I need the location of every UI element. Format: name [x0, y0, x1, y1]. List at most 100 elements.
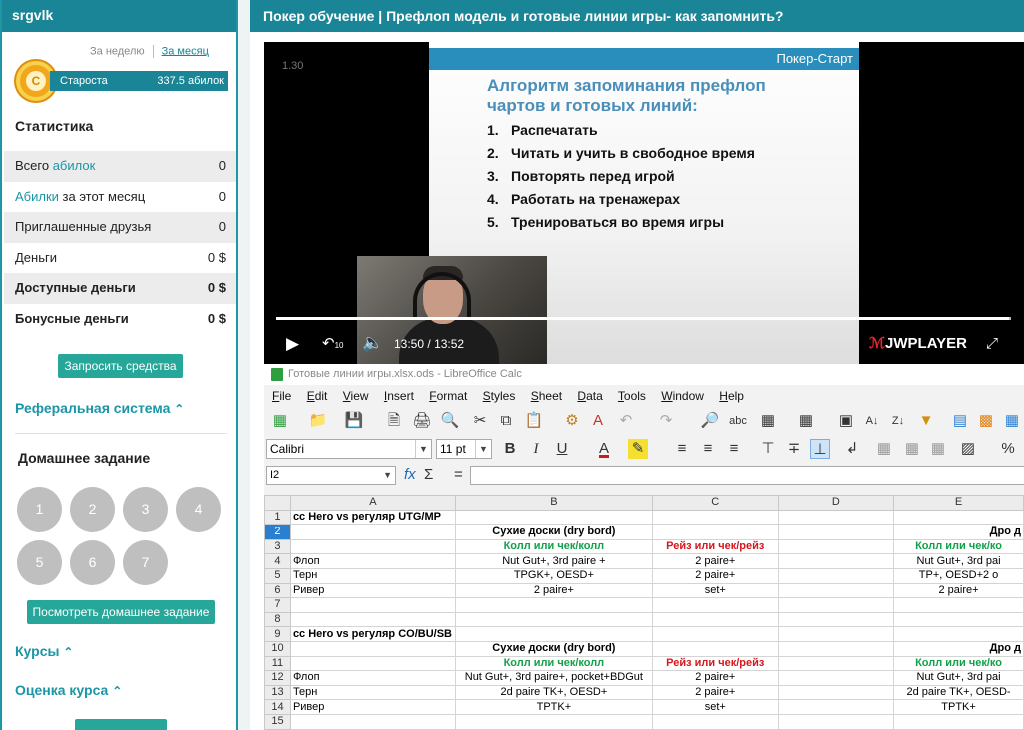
print-icon[interactable]: 🖨	[412, 411, 432, 431]
cell[interactable]	[454, 626, 653, 642]
currency-format-icon[interactable]: ▨	[958, 439, 978, 459]
cell[interactable]: Рейз или чек/рейз	[651, 538, 779, 555]
row-header[interactable]: 2	[264, 524, 291, 540]
font-name-box[interactable]: Calibri ▼	[266, 439, 432, 459]
align-right-icon[interactable]: ≡	[724, 439, 744, 459]
bold-icon[interactable]: B	[500, 439, 520, 459]
cell[interactable]	[777, 582, 895, 599]
row-header[interactable]: 6	[264, 582, 291, 599]
cell[interactable]: set+	[651, 699, 779, 715]
equals-icon[interactable]: =	[454, 466, 463, 483]
spreadsheet-grid[interactable]: A B C D E 1 сс Hero vs регуляр UTG/MP 2 Сухие до…	[264, 495, 1024, 730]
cell[interactable]: TP+, OESD+2 o	[893, 567, 1024, 584]
cell[interactable]	[289, 611, 456, 628]
row-header[interactable]: 14	[264, 699, 291, 715]
cell[interactable]	[651, 597, 779, 613]
align-center-icon[interactable]: ≡	[698, 439, 718, 459]
cell[interactable]: сс Hero vs регуляр UTG/MP	[289, 509, 456, 526]
sum-icon[interactable]: Σ	[424, 466, 433, 483]
row-header[interactable]: 11	[264, 655, 291, 672]
video-player[interactable]: 1.30 Покер-Старт Алгоритм запоминания пр…	[264, 42, 1024, 364]
align-top-icon[interactable]: ⊤	[758, 439, 778, 459]
align-left-icon[interactable]: ≡	[672, 439, 692, 459]
column-icon[interactable]: ▦	[796, 411, 816, 431]
video-progress-bar[interactable]	[276, 317, 1011, 320]
cell[interactable]: сс Hero vs регуляр CO/BU/SB	[289, 626, 456, 642]
cell[interactable]	[777, 611, 895, 628]
lesson-button-5[interactable]: 5	[17, 540, 62, 585]
menu-edit[interactable]: Edit	[307, 389, 328, 403]
paste-icon[interactable]: 📋	[524, 411, 544, 431]
cell[interactable]	[289, 713, 456, 730]
cell[interactable]: 2 paire+	[454, 582, 653, 599]
cell[interactable]: Дро д	[893, 640, 1024, 657]
cell[interactable]	[777, 553, 895, 569]
lesson-button-3[interactable]: 3	[123, 487, 168, 532]
align-bottom-icon[interactable]: ⊥	[810, 439, 830, 459]
formula-input[interactable]	[470, 466, 1024, 485]
abilki-link[interactable]: абилок	[53, 158, 96, 173]
row-header[interactable]: 10	[264, 640, 291, 657]
underline-icon[interactable]: U	[552, 439, 572, 459]
cell[interactable]: Колл или чек/ко	[893, 538, 1024, 555]
row-header[interactable]: 13	[264, 684, 291, 701]
cell[interactable]	[289, 538, 456, 555]
cell[interactable]: 2d paire TK+, OESD+	[454, 684, 653, 701]
row-header[interactable]: 5	[264, 567, 291, 584]
menu-tools[interactable]: Tools	[618, 389, 646, 403]
column-header[interactable]: A	[289, 495, 456, 511]
cell[interactable]	[651, 640, 779, 657]
cell[interactable]	[777, 626, 895, 642]
highlight-icon[interactable]: ✎	[628, 439, 648, 459]
rewind-10-icon[interactable]: ↶10	[322, 334, 343, 352]
row-header[interactable]: 8	[264, 611, 291, 628]
clone-format-icon[interactable]: ⚙	[562, 411, 582, 431]
column-header[interactable]: E	[893, 495, 1024, 511]
merge-cells-icon[interactable]: ▣	[836, 411, 856, 431]
cell[interactable]	[651, 626, 779, 642]
cell[interactable]	[777, 524, 895, 540]
cell[interactable]: Ривер	[289, 699, 456, 715]
save-icon[interactable]: 💾	[344, 411, 364, 431]
lesson-button-6[interactable]: 6	[70, 540, 115, 585]
menu-format[interactable]: Format	[429, 389, 467, 403]
cell[interactable]	[777, 640, 895, 657]
abilki-month-link[interactable]: Абилки	[15, 189, 59, 204]
menu-styles[interactable]: Styles	[483, 389, 516, 403]
wrap-text-icon[interactable]: ↲	[842, 439, 862, 459]
cell[interactable]	[289, 597, 456, 613]
clear-format-icon[interactable]: A	[588, 411, 608, 431]
cell[interactable]	[454, 713, 653, 730]
cut-icon[interactable]: ✂	[470, 411, 490, 431]
menu-view[interactable]: View	[343, 389, 369, 403]
cell[interactable]: Колл или чек/ко	[893, 655, 1024, 672]
cell[interactable]: 2 paire+	[893, 582, 1024, 599]
period-week-link[interactable]: За неделю	[90, 45, 145, 57]
autofilter-icon[interactable]: ▼	[916, 411, 936, 431]
lesson-button-2[interactable]: 2	[70, 487, 115, 532]
row-header[interactable]: 15	[264, 713, 291, 730]
fullscreen-icon[interactable]: ⤢	[986, 335, 998, 352]
cell[interactable]: Терн	[289, 684, 456, 701]
column-header[interactable]: C	[651, 495, 779, 511]
font-color-icon[interactable]: A	[594, 439, 614, 459]
column-header[interactable]: D	[777, 495, 895, 511]
cell[interactable]: TPGK+, OESD+	[454, 567, 653, 584]
menu-data[interactable]: Data	[577, 389, 602, 403]
merge-center-icon[interactable]: ▦	[874, 439, 894, 459]
redo-icon[interactable]: ↷	[656, 411, 676, 431]
cell[interactable]	[777, 655, 895, 672]
row-header[interactable]: 12	[264, 670, 291, 686]
cell[interactable]: 2d paire TK+, OESD-	[893, 684, 1024, 701]
cell[interactable]: Сухие доски (dry bord)	[454, 524, 653, 540]
courses-toggle[interactable]: Курсы ⌃	[15, 643, 73, 659]
cell[interactable]: 2 paire+	[651, 567, 779, 584]
jwplayer-logo[interactable]: ℳJWPLAYER	[869, 334, 967, 352]
cell[interactable]: Nut Gut+, 3rd pai	[893, 553, 1024, 569]
cell[interactable]: 2 paire+	[651, 670, 779, 686]
cell[interactable]	[893, 597, 1024, 613]
pivot-table-icon[interactable]: ▦	[1002, 411, 1022, 431]
cell[interactable]: 2 paire+	[651, 553, 779, 569]
cell[interactable]	[454, 597, 653, 613]
menu-insert[interactable]: Insert	[384, 389, 414, 403]
